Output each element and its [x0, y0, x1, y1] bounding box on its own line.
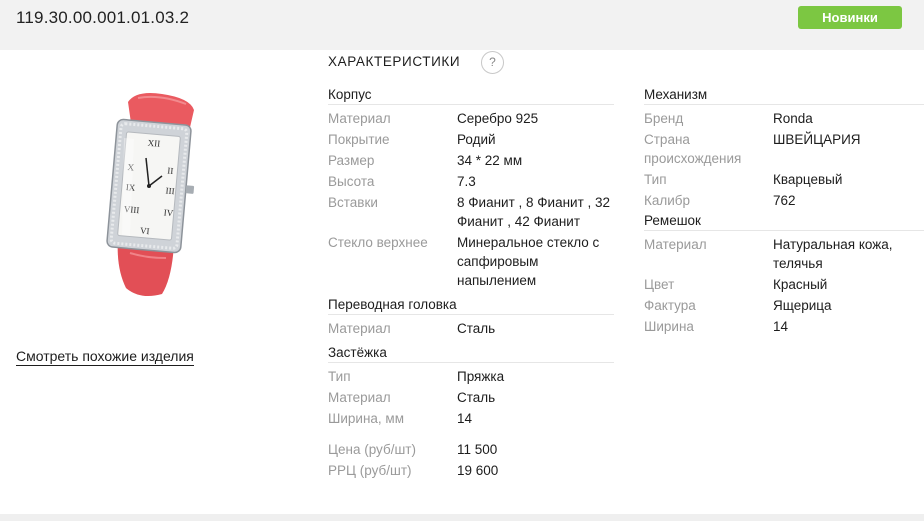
spec-value: Кварцевый	[773, 172, 843, 187]
spec-key: Высота	[328, 174, 375, 189]
price-key: Цена (руб/шт)	[328, 442, 416, 457]
spec-key: Тип	[328, 369, 351, 384]
rrp-value: 19 600	[457, 463, 499, 478]
spec-value: Родий	[457, 132, 496, 147]
spec-value: 14	[457, 411, 473, 426]
spec-value: Натуральная кожа, телячья	[773, 237, 893, 271]
spec-key: Вставки	[328, 195, 378, 210]
spec-value: 762	[773, 193, 796, 208]
spec-row: Фактура Ящерица	[644, 296, 924, 315]
svg-text:II: II	[167, 166, 174, 176]
spec-row: Высота 7.3	[328, 172, 614, 191]
section-heading-korpus: Корпус	[328, 86, 614, 105]
new-items-button[interactable]: Новинки	[798, 6, 902, 29]
specs-left-column: Корпус Материал Серебро 925 Покрытие Родий…	[328, 86, 614, 482]
rrp-row: РРЦ (руб/шт) 19 600	[328, 461, 614, 480]
spec-value: Ящерица	[773, 298, 832, 313]
spec-key: Материал	[328, 111, 391, 126]
price-value: 11 500	[457, 442, 498, 457]
specs-right-column: Механизм Бренд Ronda Страна происхождения…	[644, 86, 924, 338]
spec-row: Покрытие Родий	[328, 130, 614, 149]
spec-row: Материал Сталь	[328, 319, 614, 338]
spec-key: Материал	[644, 237, 707, 252]
spec-key: Покрытие	[328, 132, 390, 147]
section-heading-remeshok: Ремешок	[644, 212, 924, 231]
spec-key: Ширина, мм	[328, 411, 404, 426]
product-sku: 119.30.00.001.01.03.2	[16, 8, 190, 27]
spec-key: Цвет	[644, 277, 675, 292]
spec-value: Красный	[773, 277, 828, 292]
spec-row: Тип Пряжка	[328, 367, 614, 386]
spec-row: Стекло верхнее Минеральное стекло с сапфи…	[328, 233, 614, 290]
spec-key: Материал	[328, 321, 391, 336]
spec-key: Размер	[328, 153, 375, 168]
spec-value: Пряжка	[457, 369, 505, 384]
spec-key: Тип	[644, 172, 667, 187]
spec-row: Ширина, мм 14	[328, 409, 614, 428]
spec-value: ШВЕЙЦАРИЯ	[773, 132, 861, 147]
svg-text:VI: VI	[140, 225, 150, 236]
svg-text:IV: IV	[163, 207, 174, 218]
spec-row: Страна происхождения ШВЕЙЦАРИЯ	[644, 130, 924, 168]
spec-value: 34 * 22 мм	[457, 153, 523, 168]
top-bar: 119.30.00.001.01.03.2 Новинки	[0, 0, 924, 50]
spec-key: Страна происхождения	[644, 132, 742, 166]
specs-title: ХАРАКТЕРИСТИКИ	[328, 54, 461, 69]
spec-row: Материал Сталь	[328, 388, 614, 407]
section-heading-zastezhka: Застёжка	[328, 344, 614, 363]
spec-row: Цвет Красный	[644, 275, 924, 294]
svg-text:III: III	[165, 185, 175, 196]
spec-value: Ronda	[773, 111, 813, 126]
spec-row: Вставки 8 Фианит , 8 Фианит , 32 Фианит ,…	[328, 193, 614, 231]
spec-value: Сталь	[457, 321, 496, 336]
similar-products-link[interactable]: Смотреть похожие изделия	[16, 348, 194, 366]
section-heading-mehanizm: Механизм	[644, 86, 924, 105]
help-icon[interactable]: ?	[481, 51, 504, 74]
spec-row: Тип Кварцевый	[644, 170, 924, 189]
spec-value: 8 Фианит , 8 Фианит , 32 Фианит , 42 Фиа…	[457, 195, 611, 229]
spec-row: Размер 34 * 22 мм	[328, 151, 614, 170]
spec-value: 7.3	[457, 174, 476, 189]
bottom-bar	[0, 514, 924, 521]
spec-key: Бренд	[644, 111, 684, 126]
spec-key: Стекло верхнее	[328, 235, 428, 250]
spec-row: Ширина 14	[644, 317, 924, 336]
spec-value: Минеральное стекло с сапфировым напылени…	[457, 235, 600, 288]
price-row: Цена (руб/шт) 11 500	[328, 440, 614, 459]
spec-row: Калибр 762	[644, 191, 924, 210]
spec-row: Бренд Ronda	[644, 109, 924, 128]
spec-value: Сталь	[457, 390, 496, 405]
svg-text:XII: XII	[147, 138, 160, 149]
spec-key: Калибр	[644, 193, 691, 208]
watch-product-image: XII X II IX III VIII IV VI	[106, 93, 195, 296]
spec-key: Фактура	[644, 298, 696, 313]
spec-row: Материал Серебро 925	[328, 109, 614, 128]
spec-value: 14	[773, 319, 789, 334]
spec-key: Материал	[328, 390, 391, 405]
spec-value: Серебро 925	[457, 111, 539, 126]
spec-key: Ширина	[644, 319, 694, 334]
spec-row: Материал Натуральная кожа, телячья	[644, 235, 924, 273]
section-heading-golovka: Переводная головка	[328, 296, 614, 315]
rrp-key: РРЦ (руб/шт)	[328, 463, 412, 478]
